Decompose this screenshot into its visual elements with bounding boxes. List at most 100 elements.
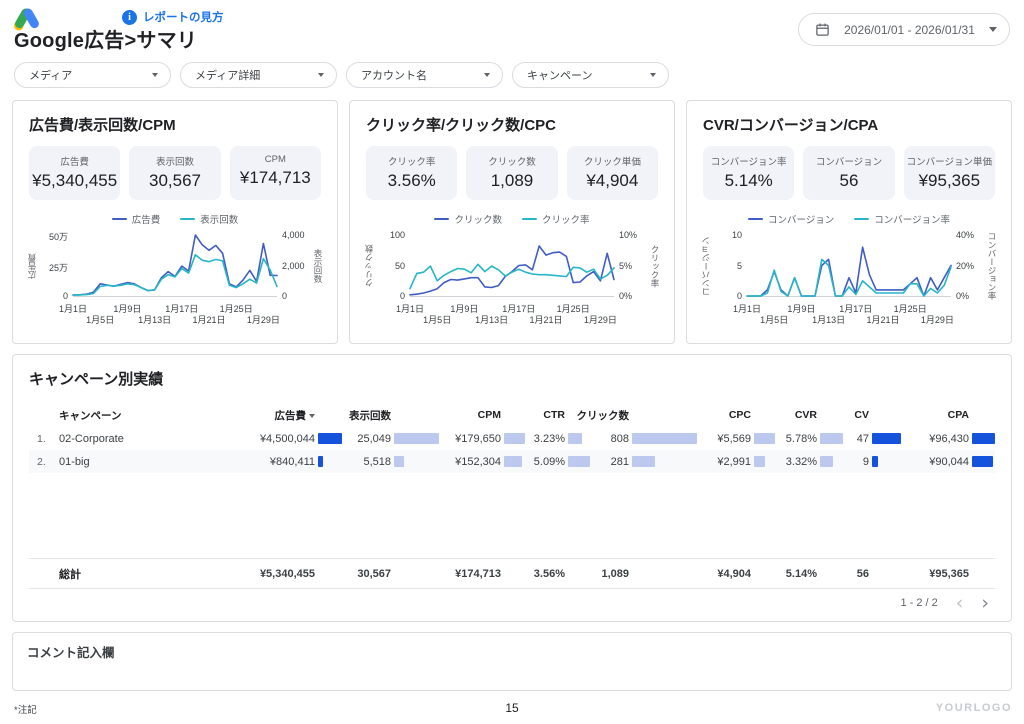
col-header-cpa[interactable]: CPA (901, 409, 995, 421)
cell-value: 47 (856, 432, 869, 445)
value-bar (632, 456, 655, 467)
x-tick-label: 1月1日 (395, 304, 425, 314)
cell-value: ¥179,650 (455, 432, 501, 445)
cell-value: ¥96,430 (929, 432, 969, 445)
legend-item-series1[interactable]: 広告費 (111, 213, 160, 226)
stat-value: 56 (839, 171, 859, 190)
cell-value: 5.09% (533, 455, 565, 468)
col-header-cpm[interactable]: CPM (439, 409, 525, 421)
col-header-impressions[interactable]: 表示回数 (343, 408, 439, 423)
y-tick: 100 (389, 230, 405, 240)
table-row[interactable]: 2. 01-big ¥840,411 5,518 ¥152,304 5.09% … (29, 450, 995, 473)
y-tick: 50 (394, 261, 405, 271)
cell-clicks: 808 (591, 433, 697, 445)
col-header-cpc[interactable]: CPC (697, 409, 775, 421)
chart-legend: クリック数 クリック率 (366, 213, 658, 226)
y-axis-title-left: コンバージョン (701, 236, 711, 296)
filter-label: キャンペーン (527, 70, 593, 82)
cell-clicks: 281 (591, 456, 697, 468)
cell-ctr: 5.09% (525, 456, 591, 468)
x-tick-label: 1月1日 (732, 304, 762, 314)
value-bar (632, 433, 697, 444)
cell-value: 3.32% (785, 455, 817, 468)
value-bar (820, 456, 833, 467)
col-label: CVR (794, 409, 817, 421)
pagination-next-icon[interactable]: › (981, 594, 989, 613)
table-row[interactable]: 1. 02-Corporate ¥4,500,044 25,049 ¥179,6… (29, 427, 995, 450)
col-header-campaign[interactable]: キャンペーン (59, 408, 225, 423)
y-axis-title-right: コンバージョン率 (987, 232, 997, 300)
legend-item-series2[interactable]: 表示回数 (180, 213, 238, 226)
col-label: CPA (947, 409, 969, 421)
value-bar (568, 433, 582, 444)
cell-value: ¥2,991 (717, 455, 751, 468)
table-title: キャンペーン別実績 (29, 371, 164, 388)
legend-swatch (434, 217, 450, 221)
stat-label: クリック単価 (583, 157, 641, 168)
x-tick-label: 1月5日 (760, 315, 789, 325)
stat-label: コンバージョン単価 (906, 157, 992, 168)
value-bar (972, 433, 995, 444)
y-tick: 50万 (48, 232, 68, 242)
card-title: クリック率/クリック数/CPC (366, 117, 557, 134)
legend-item-series2[interactable]: コンバージョン率 (854, 213, 950, 226)
stat-label: CPM (264, 154, 286, 165)
date-range-picker[interactable]: 2026/01/01 - 2026/01/31 (798, 13, 1010, 46)
chevron-down-icon (989, 27, 997, 32)
legend-label: クリック率 (542, 215, 590, 226)
stat-row: クリック率 3.56% クリック数 1,089 クリック単価 ¥4,904 (366, 146, 658, 200)
legend-swatch (522, 217, 537, 221)
cell-impressions: 25,049 (343, 433, 439, 445)
chevron-down-icon (318, 73, 324, 77)
value-bar (504, 456, 522, 467)
col-header-cv[interactable]: CV (843, 409, 901, 421)
pagination-prev-icon[interactable]: ‹ (956, 594, 964, 613)
col-header-cvr[interactable]: CVR (775, 409, 843, 421)
legend-swatch (111, 217, 127, 221)
cell-value: ¥840,411 (269, 455, 315, 468)
filter-account-name[interactable]: アカウント名 (346, 62, 503, 88)
stat-cpc: クリック単価 ¥4,904 (566, 146, 658, 200)
value-bar (568, 456, 590, 467)
chart-legend: 広告費 表示回数 (29, 213, 321, 226)
comment-label: コメント記入欄 (27, 646, 115, 660)
stat-value: 1,089 (490, 171, 534, 190)
y-tick: 0 (282, 291, 288, 301)
legend-item-series1[interactable]: コンバージョン (747, 213, 834, 226)
stat-label: 広告費 (60, 157, 89, 168)
stat-label: 表示回数 (155, 157, 194, 168)
comment-box[interactable]: コメント記入欄 (12, 632, 1012, 691)
info-icon: i (122, 9, 137, 25)
chevron-down-icon (152, 73, 158, 77)
filter-bar: メディア メディア詳細 アカウント名 キャンペーン (14, 62, 669, 88)
col-label: クリック数 (576, 409, 630, 422)
value-bar (872, 456, 878, 467)
x-tick-label: 1月5日 (86, 315, 115, 325)
stat-conversions: コンバージョン 56 (803, 146, 895, 200)
legend-item-series2[interactable]: クリック率 (522, 213, 590, 226)
cell-value: ¥5,569 (717, 432, 751, 445)
card-cvr-conversions-cpa: CVR/コンバージョン/CPA コンバージョン率 5.14% コンバージョン 56 … (686, 100, 1012, 344)
y-tick: 0% (956, 291, 970, 301)
col-header-ad-cost[interactable]: 広告費 (225, 408, 343, 423)
line-chart: クリック数 クリック率 100 50 0 10% 5% 0% 1月1日 1月5日 1… (364, 230, 660, 326)
chevron-down-icon (484, 73, 490, 77)
card-title: CVR/コンバージョン/CPA (703, 117, 879, 134)
brand-logo: YOURLOGO (935, 702, 1012, 714)
legend-item-series1[interactable]: クリック数 (434, 213, 502, 226)
stat-ad-cost: 広告費 ¥5,340,455 (29, 146, 121, 200)
line-chart: コンバージョン コンバージョン率 10 5 0 40% 20% 0% 1月1日 1… (701, 230, 997, 326)
col-label: 広告費 (274, 409, 307, 422)
filter-campaign[interactable]: キャンペーン (512, 62, 669, 88)
report-help-link[interactable]: i レポートの見方 (122, 9, 224, 25)
chart-legend: コンバージョン コンバージョン率 (703, 213, 995, 226)
card-cost-impressions-cpm: 広告費/表示回数/CPM 広告費 ¥5,340,455 表示回数 30,567 CP… (12, 100, 338, 344)
y-tick: 20% (956, 261, 975, 271)
cell-cpm: ¥179,650 (439, 433, 525, 445)
stat-cpa: コンバージョン単価 ¥95,365 (903, 146, 995, 200)
col-header-clicks[interactable]: クリック数 (577, 408, 697, 423)
cell-value: 3.23% (533, 432, 565, 445)
filter-media-detail[interactable]: メディア詳細 (180, 62, 337, 88)
filter-media[interactable]: メディア (14, 62, 171, 88)
stat-impressions: 表示回数 30,567 (129, 146, 221, 200)
